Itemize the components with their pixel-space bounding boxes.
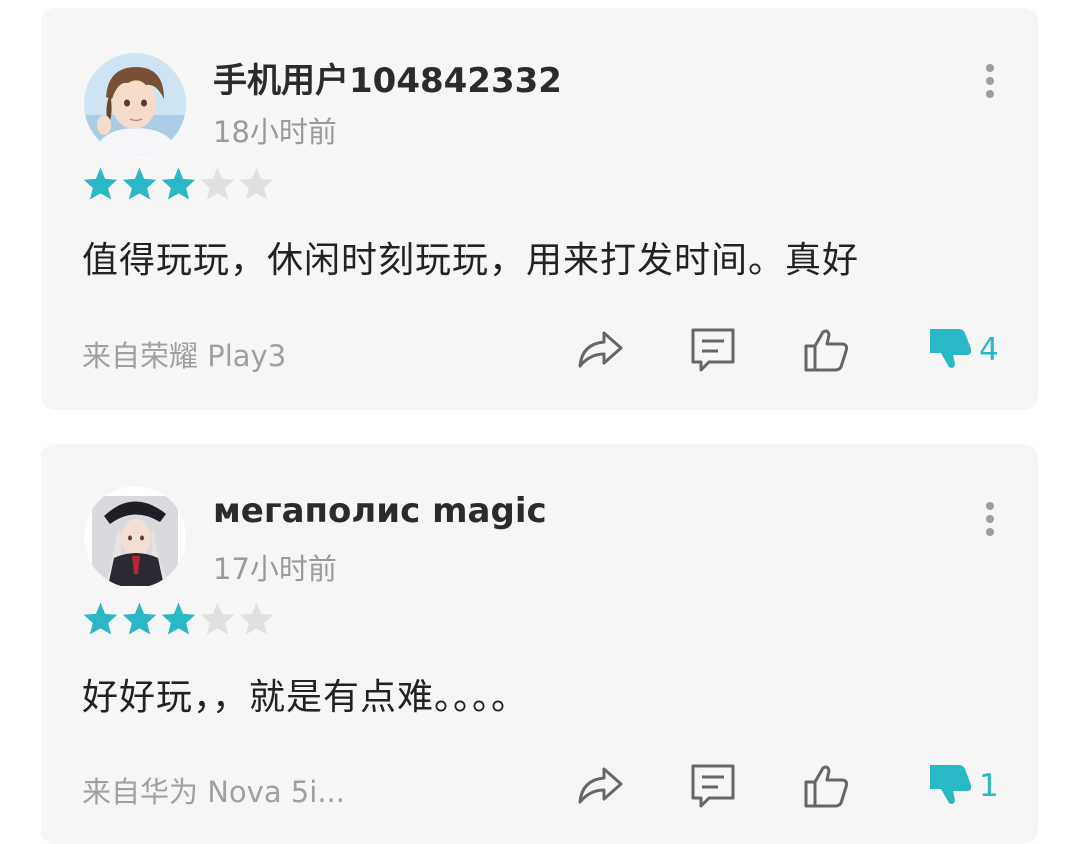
more-options-icon[interactable] [984, 64, 994, 98]
dislike-button[interactable]: 4 [927, 324, 999, 376]
more-options-icon[interactable] [984, 502, 994, 536]
star-empty-icon [199, 601, 236, 636]
thumbs-down-icon [930, 329, 972, 368]
star-filled-icon [82, 166, 119, 201]
username[interactable]: мегаполис magic [213, 491, 547, 531]
star-filled-icon [82, 601, 119, 636]
star-rating [82, 601, 275, 637]
avatar[interactable] [84, 53, 186, 155]
star-rating [82, 166, 275, 202]
device-info: 来自华为 Nova 5i... [82, 775, 345, 809]
share-icon[interactable] [574, 324, 626, 376]
review-card: мегаполис magic 17小时前 好好玩，，就是有点难。。。。 来自华… [41, 444, 1038, 844]
review-card: 手机用户104842332 18小时前 值得玩玩，休闲时刻玩玩，用来打发时间。真… [41, 8, 1038, 410]
timestamp: 17小时前 [213, 552, 337, 586]
share-icon[interactable] [574, 760, 626, 812]
avatar[interactable] [84, 486, 186, 588]
review-text: 值得玩玩，休闲时刻玩玩，用来打发时间。真好 [82, 240, 860, 281]
star-empty-icon [199, 166, 236, 201]
star-filled-icon [160, 601, 197, 636]
star-filled-icon [121, 166, 158, 201]
username[interactable]: 手机用户104842332 [213, 53, 562, 102]
comment-icon[interactable] [687, 760, 739, 812]
review-text: 好好玩，，就是有点难。。。。 [82, 677, 529, 718]
dislike-count: 4 [979, 332, 999, 368]
timestamp: 18小时前 [213, 115, 337, 149]
comment-icon[interactable] [687, 324, 739, 376]
thumbs-up-icon[interactable] [801, 324, 853, 376]
star-empty-icon [238, 166, 275, 201]
device-info: 来自荣耀 Play3 [82, 339, 287, 373]
star-filled-icon [160, 166, 197, 201]
star-empty-icon [238, 601, 275, 636]
dislike-count: 1 [979, 768, 999, 804]
thumbs-down-icon [930, 765, 972, 804]
star-filled-icon [121, 601, 158, 636]
thumbs-up-icon[interactable] [801, 760, 853, 812]
dislike-button[interactable]: 1 [927, 760, 999, 812]
